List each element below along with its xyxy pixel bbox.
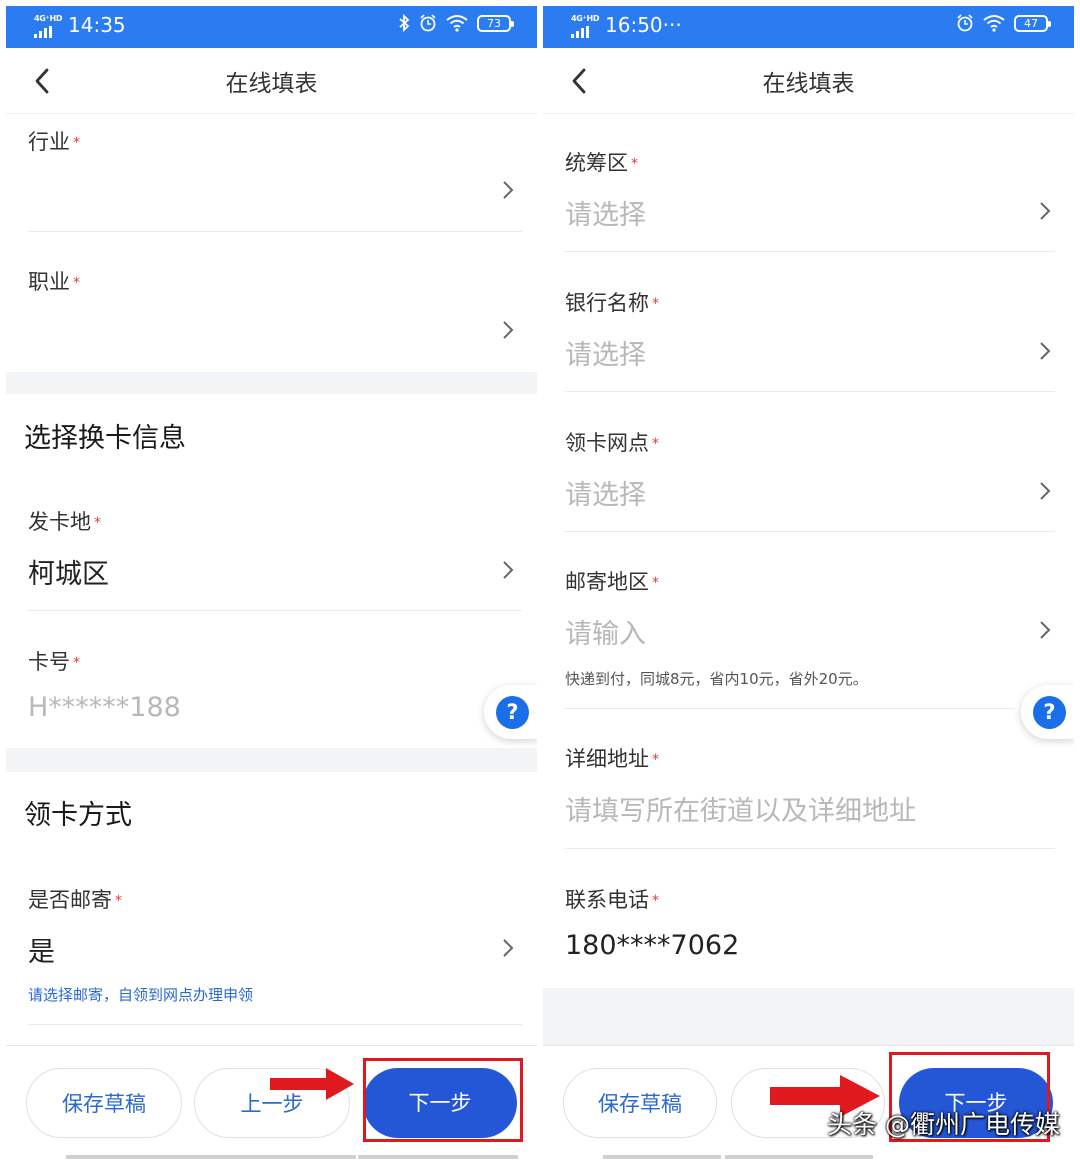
is-mail-field[interactable]: 是 [28,930,55,969]
section-gap [6,748,537,772]
chevron-right-icon[interactable] [500,560,516,580]
battery-icon: 73 [477,14,514,32]
divider [565,531,1055,532]
pool-area-label: 统筹区 * [565,151,638,175]
card-number-field[interactable]: H******188 [28,692,181,723]
is-mail-hint: 请选择邮寄，自领到网点办理申领 [28,986,254,1004]
status-bar: 4G⁺HD 14:35 73 [6,6,537,48]
section-title-pickup: 领卡方式 [24,800,132,831]
save-draft-button[interactable]: 保存草稿 [26,1068,182,1138]
mail-area-label: 邮寄地区 * [565,570,659,594]
bank-name-label: 银行名称 * [565,291,659,315]
alarm-icon [420,14,436,32]
phone-screen-right: 4G⁺HD 16:50··· 47 在线填表 统筹区 * 请选择 银行名称 * 请选… [543,6,1074,1163]
industry-label: 行业 * [28,130,80,154]
chevron-right-icon[interactable] [1037,201,1053,221]
highlight-box [363,1058,523,1142]
phone-label: 联系电话 * [565,888,659,912]
chevron-right-icon[interactable] [1037,620,1053,640]
help-icon: ? [1033,696,1066,729]
address-label: 详细地址 * [565,747,659,771]
issue-place-field[interactable]: 柯城区 [28,552,109,591]
page-title: 在线填表 [225,71,318,97]
divider [28,610,522,611]
scroll-indicator [725,1155,873,1159]
nav-bar: 在线填表 [6,48,537,114]
pool-area-select[interactable]: 请选择 [565,193,646,232]
scroll-indicator [603,1155,721,1159]
card-number-label: 卡号 * [28,650,80,674]
is-mail-label: 是否邮寄 * [28,888,122,912]
occupation-label: 职业 * [28,270,80,294]
address-input[interactable]: 请填写所在街道以及详细地址 [565,789,916,828]
chevron-right-icon[interactable] [1037,341,1053,361]
network-icon: 4G⁺HD [34,14,64,38]
chevron-right-icon[interactable] [500,180,516,200]
chevron-right-icon[interactable] [500,320,516,340]
watermark: 头条 @衢州广电传媒 [827,1110,1060,1139]
wifi-icon [446,15,468,32]
phone-screen-left: 4G⁺HD 14:35 73 在线填表 行业 * 职业 * 选择换卡信息 发卡地 * … [6,6,537,1163]
help-button[interactable]: ? [1021,685,1074,739]
divider [565,391,1055,392]
status-time: 14:35 [68,13,126,37]
bank-name-select[interactable]: 请选择 [565,333,646,372]
divider [565,708,1015,709]
divider [28,1024,522,1025]
section-gap [543,988,1074,1046]
status-time: 16:50··· [605,13,682,37]
wifi-icon [983,15,1005,32]
network-icon: 4G⁺HD [571,14,601,38]
page-title: 在线填表 [762,71,855,97]
pickup-point-select[interactable]: 请选择 [565,473,646,512]
phone-input[interactable]: 180****7062 [565,930,739,961]
bluetooth-icon [399,14,410,32]
section-gap [6,372,537,394]
mail-area-hint: 快递到付，同城8元，省内10元，省外20元。 [565,670,868,688]
help-button[interactable]: ? [484,685,537,739]
chevron-right-icon[interactable] [500,938,516,958]
divider [565,251,1055,252]
divider [565,848,1055,849]
nav-bar: 在线填表 [543,48,1074,114]
issue-place-label: 发卡地 * [28,510,101,534]
pickup-point-label: 领卡网点 * [565,431,659,455]
chevron-right-icon[interactable] [1037,481,1053,501]
mail-area-input[interactable]: 请输入 [565,612,646,651]
help-icon: ? [496,696,529,729]
scroll-indicator [66,1155,356,1159]
save-draft-button[interactable]: 保存草稿 [563,1068,717,1138]
arrow-right-icon [270,1068,354,1100]
battery-icon: 47 [1014,14,1051,32]
divider [28,231,522,232]
status-bar: 4G⁺HD 16:50··· 47 [543,6,1074,48]
scroll-indicator [358,1155,518,1159]
alarm-icon [957,14,973,32]
section-title-card-info: 选择换卡信息 [24,423,186,454]
